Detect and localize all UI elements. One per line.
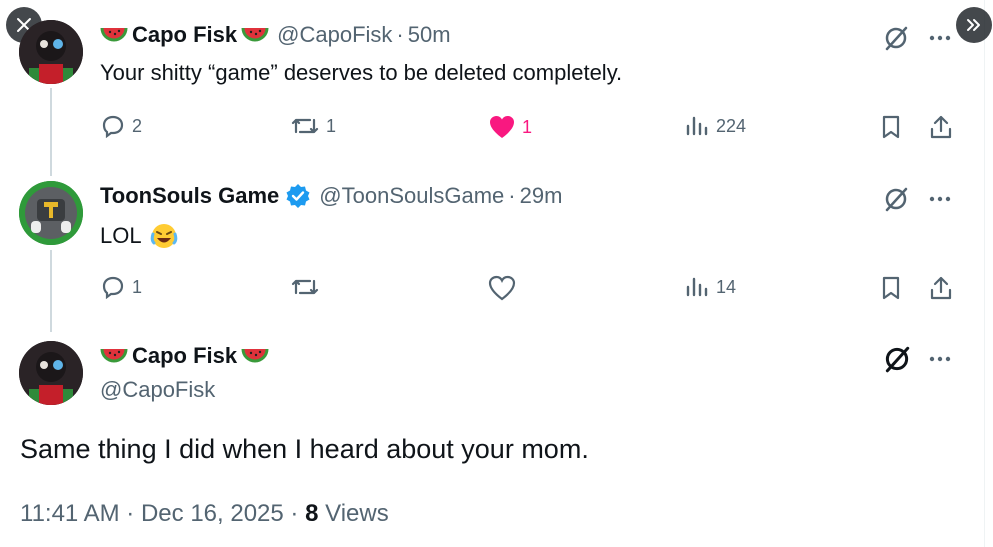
share-button[interactable] <box>929 114 953 140</box>
repost-button[interactable]: 1 <box>290 114 336 138</box>
bookmark-icon <box>882 276 900 300</box>
reply-icon <box>102 276 124 299</box>
grok-icon <box>885 346 910 373</box>
analytics-icon <box>686 277 708 297</box>
repost-button[interactable] <box>290 275 326 299</box>
bookmark-icon <box>882 115 900 139</box>
more-icon <box>929 35 951 41</box>
share-icon <box>930 115 952 139</box>
watermelon-icon <box>241 348 269 363</box>
grok-icon <box>885 26 908 51</box>
thread-line <box>50 250 52 332</box>
views-count: 224 <box>716 115 747 136</box>
verified-badge-icon <box>286 184 310 208</box>
tweet-text: Your shitty “game” deserves to be delete… <box>100 60 623 85</box>
views-button[interactable]: 14 <box>684 275 736 299</box>
bookmark-button[interactable] <box>880 275 902 301</box>
views-count: 14 <box>716 276 737 297</box>
post-date[interactable]: Dec 16, 2025 <box>141 500 284 527</box>
reply-count: 2 <box>132 115 143 136</box>
timestamp[interactable]: 29m <box>520 183 563 209</box>
tweet-text-row: LOL <box>100 222 178 250</box>
tweet-header: Capo Fisk @CapoFisk · 50m <box>100 22 451 48</box>
like-count: 1 <box>522 116 533 137</box>
watermelon-icon <box>100 27 128 42</box>
grok-button[interactable] <box>882 344 912 374</box>
watermelon-icon <box>241 27 269 42</box>
separator-dot: · <box>508 183 516 208</box>
bookmark-button[interactable] <box>880 114 902 140</box>
chevron-double-right-icon <box>967 19 980 31</box>
avatar[interactable] <box>19 20 83 84</box>
views-count: 8 <box>305 500 319 527</box>
post-time[interactable]: 11:41 AM <box>20 500 120 527</box>
separator-dot: · <box>290 500 299 527</box>
avatar[interactable] <box>19 341 83 405</box>
reply-icon <box>102 115 124 138</box>
heart-filled-icon <box>490 116 514 138</box>
main-tweet-text: Same thing I did when I heard about your… <box>20 434 589 464</box>
analytics-icon <box>686 116 708 136</box>
heart-icon <box>488 275 516 301</box>
more-icon <box>929 196 951 202</box>
next-button[interactable] <box>956 7 992 43</box>
repost-count: 1 <box>326 115 337 136</box>
like-button[interactable]: 1 <box>488 114 532 140</box>
more-options-button[interactable] <box>928 30 952 46</box>
display-name[interactable]: Capo Fisk <box>132 22 237 48</box>
user-handle[interactable]: @CapoFisk <box>277 22 392 48</box>
laughing-emoji-icon <box>150 224 177 248</box>
grok-button[interactable] <box>882 24 910 52</box>
share-button[interactable] <box>929 275 953 301</box>
tweet-meta: 11:41 AM · Dec 16, 2025 · 8 Views <box>20 500 389 528</box>
user-handle[interactable]: @CapoFisk <box>100 377 215 403</box>
more-options-button[interactable] <box>928 351 952 367</box>
thread-line <box>50 88 52 176</box>
column-border <box>984 0 985 547</box>
display-name[interactable]: Capo Fisk <box>132 343 237 369</box>
tweet-header: ToonSouls Game @ToonSoulsGame · 29m <box>100 183 562 209</box>
grok-icon <box>885 187 908 212</box>
user-handle[interactable]: @ToonSoulsGame <box>319 183 504 209</box>
more-options-button[interactable] <box>928 191 952 207</box>
share-icon <box>930 276 952 300</box>
display-name[interactable]: ToonSouls Game <box>100 183 279 209</box>
watermelon-icon <box>100 348 128 363</box>
grok-button[interactable] <box>882 185 910 213</box>
repost-icon <box>291 279 319 295</box>
reply-count: 1 <box>132 276 143 297</box>
avatar[interactable] <box>19 181 83 245</box>
views-button[interactable]: 224 <box>684 114 746 138</box>
like-button[interactable] <box>488 275 522 301</box>
reply-button[interactable]: 2 <box>100 114 142 138</box>
timestamp[interactable]: 50m <box>408 22 451 48</box>
views-label: Views <box>325 500 389 527</box>
main-tweet-name-row: Capo Fisk <box>100 343 269 369</box>
repost-icon <box>291 118 319 134</box>
reply-button[interactable]: 1 <box>100 275 142 299</box>
main-tweet-handle-row: @CapoFisk <box>100 377 215 403</box>
separator-dot: · <box>396 22 404 47</box>
more-icon <box>929 356 951 362</box>
separator-dot: · <box>126 500 135 527</box>
tweet-text: LOL <box>100 223 142 248</box>
